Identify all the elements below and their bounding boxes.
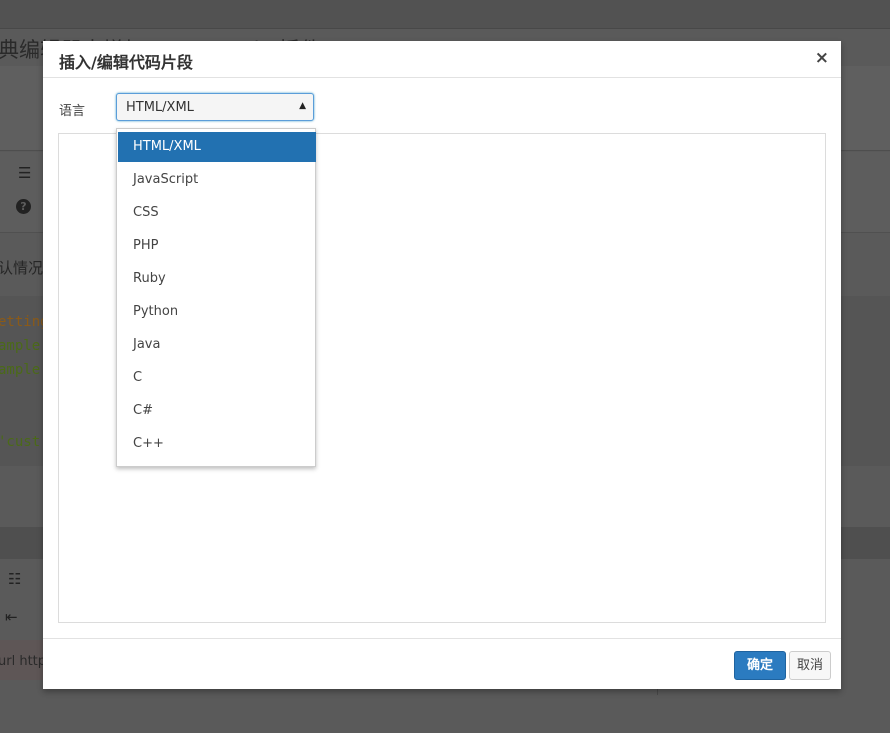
numbered-list-icon: ☷	[8, 570, 22, 588]
language-option-javascript[interactable]: JavaScript	[118, 165, 316, 195]
language-option-php[interactable]: PHP	[118, 231, 316, 261]
language-dropdown-list: HTML/XML JavaScript CSS PHP Ruby Python …	[116, 128, 316, 467]
ok-button[interactable]: 确定	[734, 651, 786, 680]
dialog-title: 插入/编辑代码片段	[59, 53, 193, 72]
code-line: etting	[0, 314, 49, 330]
background-text: 认情况	[0, 259, 44, 277]
language-option-python[interactable]: Python	[118, 297, 316, 327]
dialog-header: 插入/编辑代码片段 ×	[43, 41, 841, 78]
language-option-ruby[interactable]: Ruby	[118, 264, 316, 294]
language-option-csharp[interactable]: C#	[118, 396, 316, 426]
language-option-java[interactable]: Java	[118, 330, 316, 360]
language-option-cpp[interactable]: C++	[118, 429, 316, 459]
background-topbar	[0, 0, 890, 29]
list-icon: ⁝	[0, 165, 1, 183]
caret-up-icon: ▲	[299, 101, 306, 111]
background-url-text: url http	[0, 654, 47, 669]
language-label: 语言	[59, 104, 86, 119]
outdent-icon: ⇤	[5, 608, 18, 626]
help-icon: ?	[16, 199, 31, 214]
dialog-footer: 确定 取消	[43, 638, 841, 690]
language-select-value: HTML/XML	[126, 100, 194, 115]
language-option-html-xml[interactable]: HTML/XML	[118, 132, 316, 162]
code-line: 'cust	[0, 434, 41, 450]
align-icon: ☰	[18, 164, 32, 182]
language-option-c[interactable]: C	[118, 363, 316, 393]
cancel-button[interactable]: 取消	[789, 651, 831, 680]
code-line: ample	[0, 362, 41, 378]
close-icon[interactable]: ×	[815, 48, 829, 68]
code-line: ample	[0, 338, 41, 354]
language-select[interactable]: HTML/XML ▲	[116, 93, 314, 121]
language-option-css[interactable]: CSS	[118, 198, 316, 228]
